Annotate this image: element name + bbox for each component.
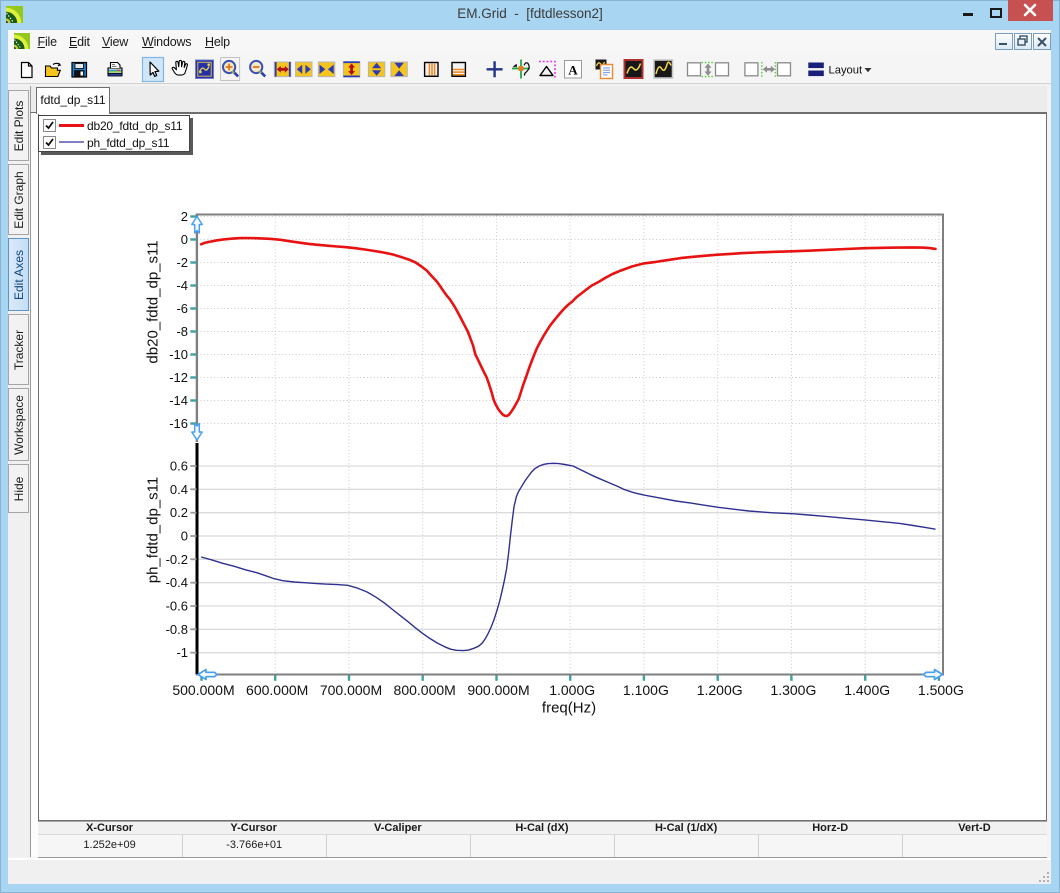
svg-text:1.300G: 1.300G: [770, 682, 816, 698]
svg-text:-0.2: -0.2: [166, 552, 188, 567]
svg-text:-12: -12: [169, 370, 188, 385]
svg-text:-1: -1: [176, 645, 188, 660]
svg-text:1.100G: 1.100G: [623, 682, 669, 698]
svg-text:-4: -4: [176, 278, 188, 293]
svg-text:0.6: 0.6: [170, 459, 188, 474]
svg-text:-0.8: -0.8: [166, 622, 188, 637]
svg-text:-0.4: -0.4: [166, 575, 188, 590]
svg-text:-6: -6: [176, 301, 188, 316]
svg-text:db20_fdtd_dp_s11: db20_fdtd_dp_s11: [145, 240, 162, 363]
svg-text:ph_fdtd_dp_s11: ph_fdtd_dp_s11: [145, 477, 162, 584]
svg-text:-10: -10: [169, 347, 188, 362]
svg-text:1.000G: 1.000G: [549, 682, 595, 698]
svg-text:900.000M: 900.000M: [467, 682, 529, 698]
svg-text:0.4: 0.4: [170, 482, 188, 497]
svg-text:800.000M: 800.000M: [394, 682, 456, 698]
svg-text:-16: -16: [169, 416, 188, 431]
svg-text:0: 0: [181, 232, 188, 247]
svg-text:-0.6: -0.6: [166, 599, 188, 614]
svg-text:-14: -14: [169, 393, 188, 408]
svg-text:1.200G: 1.200G: [697, 682, 743, 698]
svg-text:600.000M: 600.000M: [246, 682, 308, 698]
svg-text:700.000M: 700.000M: [320, 682, 382, 698]
svg-text:-8: -8: [176, 324, 188, 339]
svg-text:1.500G: 1.500G: [918, 682, 964, 698]
svg-text:freq(Hz): freq(Hz): [542, 700, 596, 717]
svg-text:0.2: 0.2: [170, 505, 188, 520]
svg-text:500.000M: 500.000M: [172, 682, 234, 698]
svg-text:1.400G: 1.400G: [844, 682, 890, 698]
svg-text:-2: -2: [176, 255, 188, 270]
svg-text:0: 0: [181, 529, 188, 544]
svg-text:2: 2: [181, 209, 188, 224]
